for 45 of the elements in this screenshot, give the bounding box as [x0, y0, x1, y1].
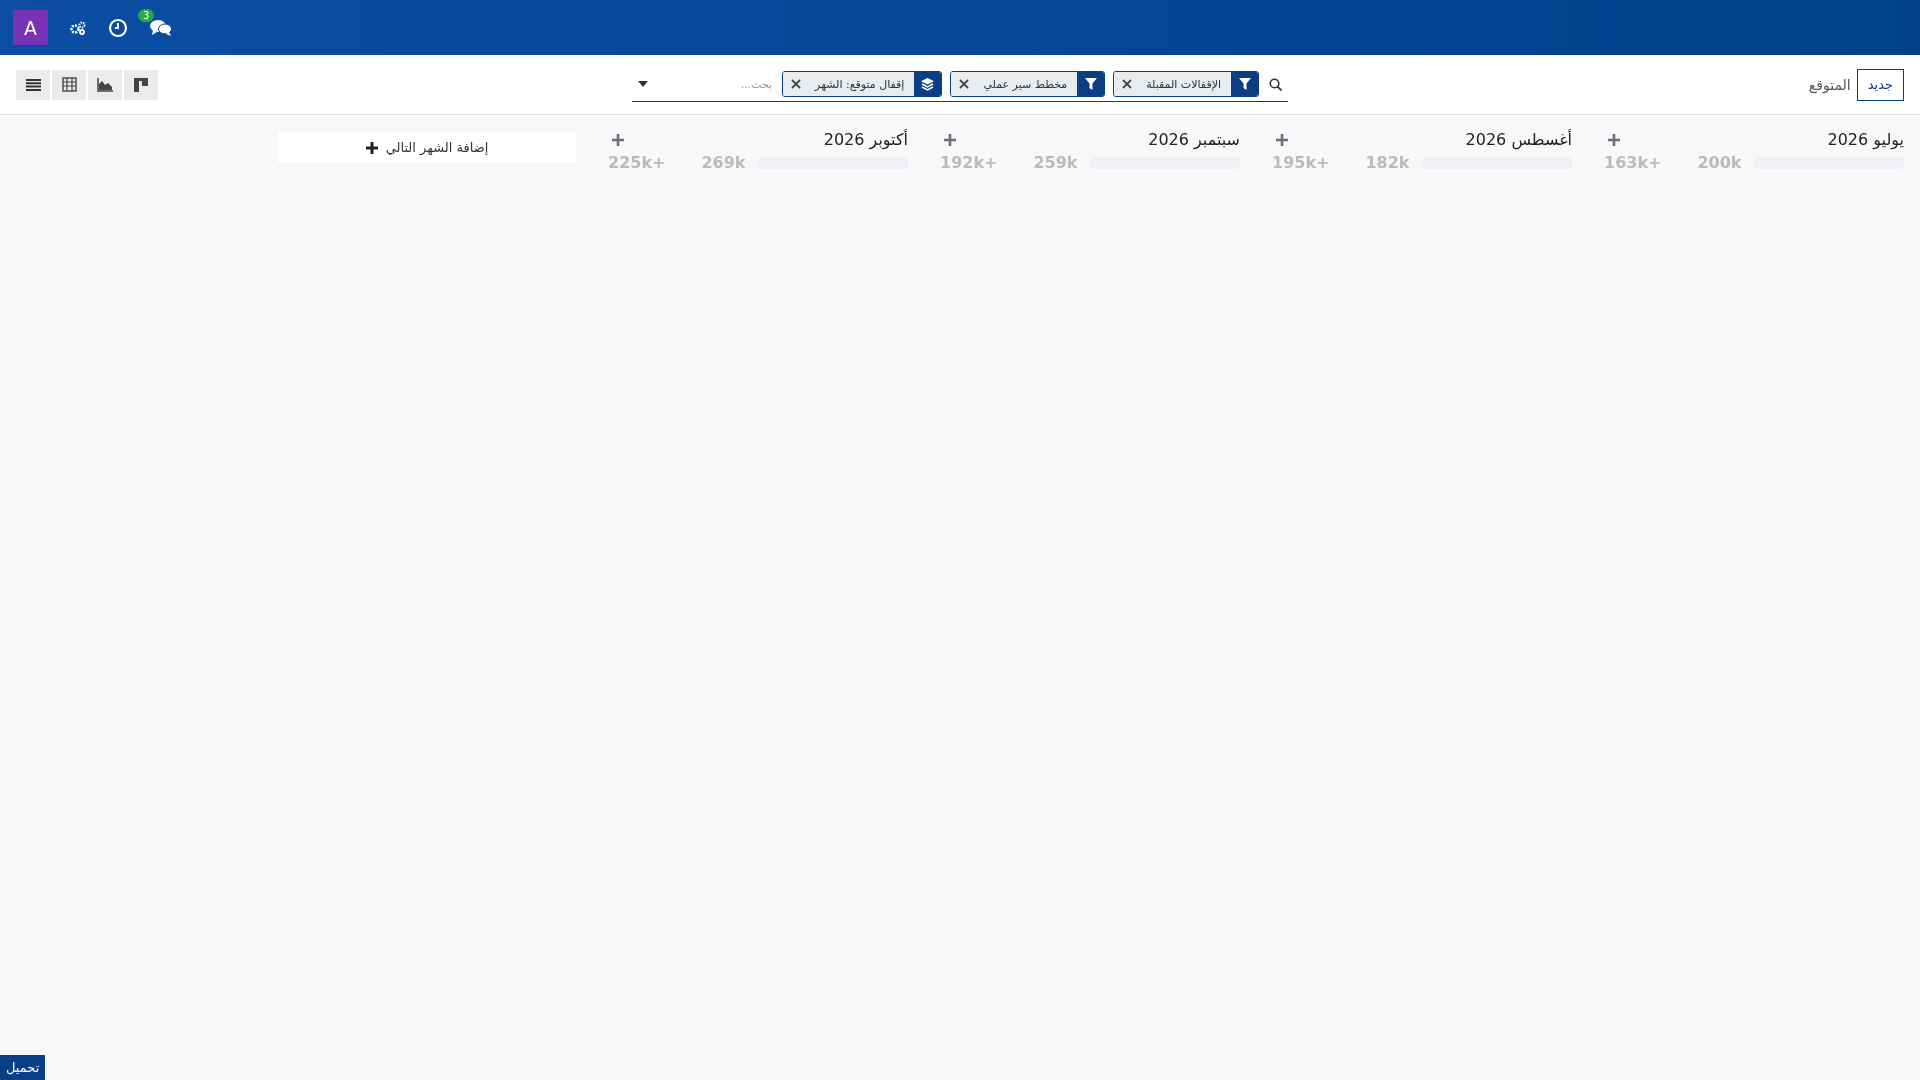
filter-icon	[1238, 78, 1251, 90]
add-column-button[interactable]: إضافة الشهر التالي	[278, 132, 576, 163]
search-input[interactable]: بحث...	[652, 76, 775, 92]
kanban-view-button[interactable]	[124, 69, 158, 100]
download-button[interactable]: تحميل	[0, 1055, 46, 1080]
chat-icon[interactable]	[150, 18, 172, 37]
plus-icon	[365, 141, 378, 154]
column-amount: 259k	[1033, 153, 1078, 172]
close-icon	[1122, 79, 1133, 89]
column-title: يوليو 2026	[1827, 130, 1904, 149]
clock-icon[interactable]	[108, 17, 128, 38]
column-title: أكتوبر 2026	[823, 130, 908, 149]
column-amount: 200k	[1697, 153, 1742, 172]
remove-facet-button[interactable]	[1114, 72, 1141, 96]
list-icon	[25, 78, 41, 91]
kanban-icon	[134, 77, 148, 92]
filter-icon	[1084, 78, 1097, 90]
close-icon	[791, 79, 802, 89]
remove-facet-button[interactable]	[951, 72, 978, 96]
table-icon	[61, 77, 77, 92]
remove-facet-button[interactable]	[783, 72, 810, 96]
gears-icon[interactable]	[70, 20, 86, 35]
graph-view-button[interactable]	[88, 69, 122, 100]
forecast-amount: 163k+	[1604, 153, 1662, 172]
new-button[interactable]: جديد	[1856, 68, 1904, 101]
forecast-amount: 195k+	[1272, 153, 1330, 172]
pivot-view-button[interactable]	[52, 69, 86, 100]
forecast-amount: 225k+	[608, 153, 666, 172]
filter-facet[interactable]: الإقفالات المقبلة	[1113, 71, 1259, 97]
column-amount: 182k	[1365, 153, 1410, 172]
forecast-amount: 192k+	[940, 153, 998, 172]
layers-icon	[921, 77, 935, 91]
notification-badge: 3	[138, 8, 155, 22]
column-amount: 269k	[701, 153, 746, 172]
list-view-button[interactable]	[16, 69, 50, 100]
breadcrumb: المتوقع	[1808, 76, 1851, 93]
search-icon[interactable]	[1269, 77, 1282, 91]
filter-facet[interactable]: مخطط سير عملي	[950, 71, 1106, 97]
close-icon	[959, 79, 970, 89]
group-by-facet[interactable]: إقفال متوقع: الشهر	[782, 71, 943, 97]
user-avatar[interactable]: A	[13, 10, 48, 45]
column-title: سبتمبر 2026	[1148, 130, 1240, 149]
dropdown-caret-icon[interactable]	[638, 81, 648, 87]
column-title: أغسطس 2026	[1465, 130, 1572, 149]
area-chart-icon	[97, 77, 113, 92]
